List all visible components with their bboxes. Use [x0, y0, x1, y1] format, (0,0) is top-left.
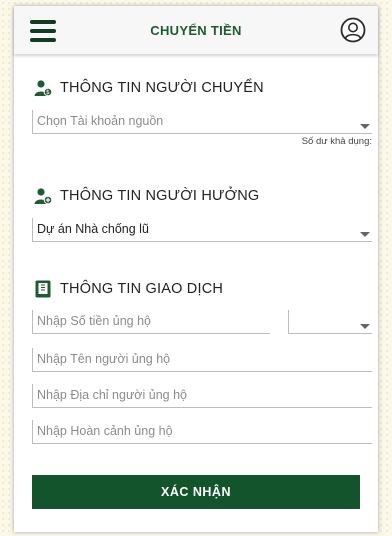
transaction-section-title: THÔNG TIN GIAO DỊCH [34, 280, 223, 298]
donation-situation-placeholder: Nhập Hoàn cảnh ủng hộ [37, 424, 173, 438]
confirm-button[interactable]: XÁC NHẬN [32, 475, 360, 509]
phone-frame: CHUYỂN TIỀN $ THÔNG TIN NGƯỜI CHUYỂN Chọ… [14, 6, 378, 532]
source-account-select[interactable]: Chọn Tài khoản nguồn [32, 110, 372, 134]
donor-name-placeholder: Nhập Tên người ủng hộ [37, 352, 171, 366]
beneficiary-section-title: THÔNG TIN NGƯỜI HƯỞNG [34, 187, 259, 205]
beneficiary-section-label: THÔNG TIN NGƯỜI HƯỞNG [60, 188, 260, 204]
donation-amount-input[interactable]: Nhập Số tiền ủng hộ [32, 310, 270, 334]
donation-amount-placeholder: Nhập Số tiền ủng hộ [37, 314, 151, 328]
person-add-icon [34, 187, 53, 205]
source-account-placeholder: Chọn Tài khoản nguồn [37, 114, 164, 128]
donor-name-input[interactable]: Nhập Tên người ủng hộ [32, 348, 372, 372]
page-title: CHUYỂN TIỀN [150, 23, 242, 38]
available-balance-label: Số dư khả dụng: [301, 136, 372, 147]
chevron-down-icon [360, 124, 370, 129]
beneficiary-select[interactable]: Dự án Nhà chống lũ [32, 218, 372, 242]
app-header: CHUYỂN TIỀN [14, 6, 378, 54]
document-icon [34, 280, 52, 298]
beneficiary-selected-value: Dự án Nhà chống lũ [37, 222, 149, 236]
donation-situation-input[interactable]: Nhập Hoàn cảnh ủng hộ [32, 420, 372, 444]
sender-section-label: THÔNG TIN NGƯỜI CHUYỂN [60, 80, 264, 96]
transaction-section-label: THÔNG TIN GIAO DỊCH [60, 281, 224, 297]
svg-text:$: $ [46, 89, 50, 96]
chevron-down-icon [360, 232, 370, 237]
chevron-down-icon [360, 324, 370, 329]
sender-section-title: $ THÔNG TIN NGƯỜI CHUYỂN [34, 79, 264, 97]
user-avatar-icon[interactable] [340, 17, 366, 43]
donor-address-placeholder: Nhập Địa chỉ người ủng hộ [37, 388, 187, 402]
person-money-icon: $ [34, 79, 53, 97]
donor-address-input[interactable]: Nhập Địa chỉ người ủng hộ [32, 384, 372, 408]
currency-select[interactable] [288, 310, 372, 334]
